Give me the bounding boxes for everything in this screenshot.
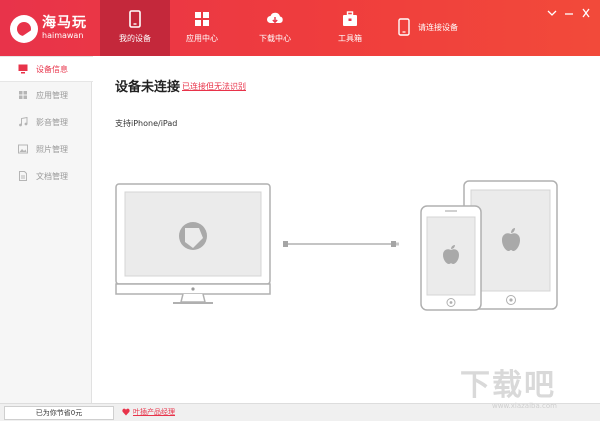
sidebar-item-label: 照片管理	[36, 145, 68, 154]
usb-cable-icon	[283, 241, 399, 247]
tab-label: 我的设备	[119, 34, 151, 43]
sidebar: 设备信息 应用管理 影音管理 照片管理 文档管理	[0, 56, 93, 403]
sidebar-item-label: 应用管理	[36, 91, 68, 100]
connection-illustration	[115, 180, 558, 311]
sidebar-item-label: 文档管理	[36, 172, 68, 181]
tab-app-center[interactable]: 应用中心	[167, 0, 237, 56]
unrecognized-link[interactable]: 已连接但无法识别	[182, 81, 246, 92]
logo-subtitle: haimawan	[42, 31, 84, 40]
product-manager-label: 叶插产品经理	[133, 408, 175, 416]
app-logo: 海马玩 haimawan	[8, 9, 92, 49]
connect-device-label: 请连接设备	[418, 23, 458, 32]
grid-icon	[19, 91, 27, 99]
main-panel: 设备未连接 已连接但无法识别 支持iPhone/iPad	[93, 56, 600, 403]
skin-button[interactable]	[546, 3, 558, 16]
sidebar-item-label: 影音管理	[36, 118, 68, 127]
status-bar: 已为你节省0元 叶插产品经理	[0, 403, 600, 421]
savings-counter: 已为你节省0元	[4, 406, 114, 420]
title-bar: 海马玩 haimawan 我的设备 应用中心 下载中心 工具箱 请连接设备	[0, 0, 600, 56]
page-title: 设备未连接	[115, 80, 181, 95]
grid-icon	[195, 12, 209, 26]
tab-toolbox[interactable]: 工具箱	[315, 0, 385, 56]
logo-name: 海马玩	[42, 15, 87, 31]
sidebar-item-photo-manage[interactable]: 照片管理	[0, 137, 92, 163]
tab-my-device[interactable]: 我的设备	[100, 0, 170, 56]
cloud-download-icon	[267, 12, 283, 24]
phone-icon	[398, 18, 410, 36]
sidebar-item-media-manage[interactable]: 影音管理	[0, 110, 92, 136]
support-text: 支持iPhone/iPad	[115, 119, 178, 128]
tab-label: 工具箱	[338, 34, 362, 43]
minimize-button[interactable]	[563, 3, 575, 15]
tab-label: 下载中心	[259, 34, 291, 43]
close-button[interactable]	[580, 3, 592, 18]
monitor-icon	[18, 64, 28, 74]
image-icon	[18, 144, 28, 154]
toolbox-icon	[343, 11, 357, 26]
close-icon	[582, 8, 590, 18]
tab-label: 应用中心	[186, 34, 218, 43]
chevron-down-icon	[547, 10, 557, 16]
logo-icon	[10, 15, 38, 43]
sidebar-item-device-info[interactable]: 设备信息	[0, 56, 93, 82]
brand-emblem-icon	[179, 222, 207, 250]
phone-icon	[129, 10, 141, 28]
sidebar-item-app-manage[interactable]: 应用管理	[0, 83, 92, 109]
music-note-icon	[19, 117, 28, 127]
sidebar-item-doc-manage[interactable]: 文档管理	[0, 164, 92, 190]
tab-download-center[interactable]: 下载中心	[240, 0, 310, 56]
heart-icon	[122, 408, 130, 416]
minimize-icon	[565, 13, 573, 15]
document-icon	[19, 171, 27, 181]
sidebar-item-label: 设备信息	[36, 65, 68, 74]
